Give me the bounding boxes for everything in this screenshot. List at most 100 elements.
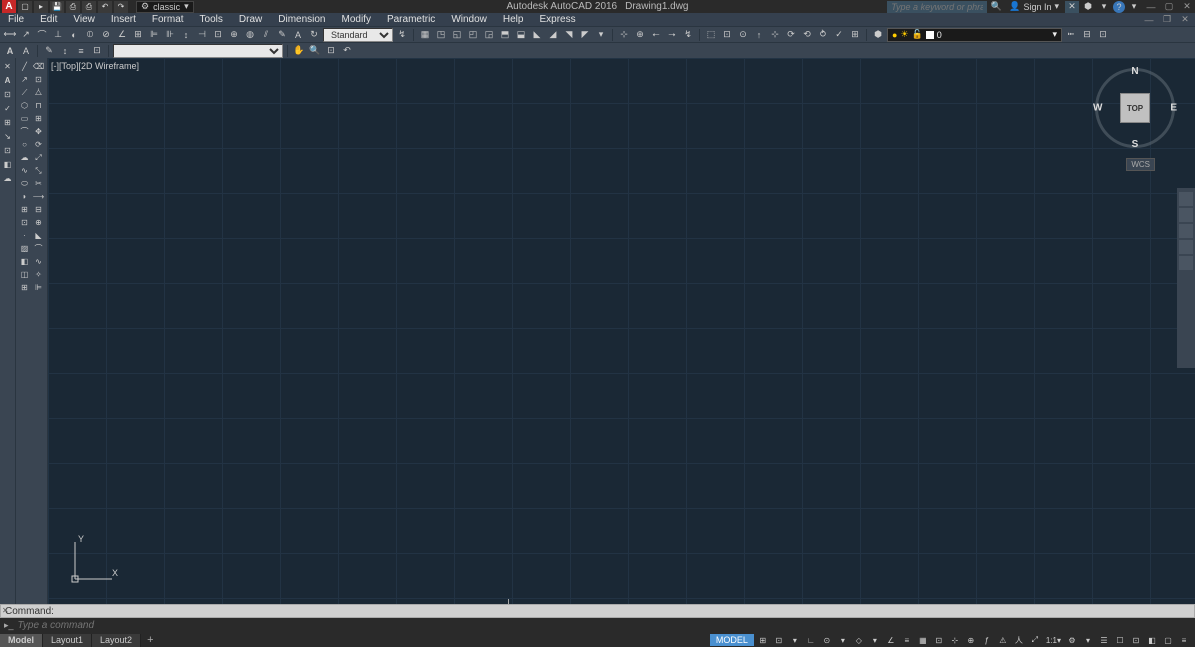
menu-parametric[interactable]: Parametric: [379, 13, 443, 26]
doc-restore-button[interactable]: ❐: [1159, 14, 1175, 26]
status-3dosnap-icon[interactable]: ▾: [868, 634, 882, 646]
ucs-next-icon[interactable]: ⭢: [665, 28, 679, 42]
ucs-zaxis-icon[interactable]: ↑: [752, 28, 766, 42]
doc-minimize-button[interactable]: —: [1141, 14, 1157, 26]
status-dynucs-icon[interactable]: ⊹: [948, 634, 962, 646]
status-polar-icon[interactable]: ⊙: [820, 634, 834, 646]
status-quick-props-icon[interactable]: ☰: [1097, 634, 1111, 646]
point-icon[interactable]: ·: [18, 229, 31, 242]
polygon-icon[interactable]: ⬡: [18, 99, 31, 112]
menu-express[interactable]: Express: [531, 13, 583, 26]
make-block-icon[interactable]: ⊡: [18, 216, 31, 229]
back-view-icon[interactable]: ⬓: [514, 28, 528, 42]
maximize-button[interactable]: ▢: [1161, 1, 1177, 13]
nw-iso-icon[interactable]: ◤: [578, 28, 592, 42]
zoom-extents-icon[interactable]: [1179, 224, 1193, 238]
status-model-space[interactable]: MODEL: [710, 634, 754, 646]
ucs-z-icon[interactable]: ⥁: [816, 28, 830, 42]
status-dyn-input-icon[interactable]: ⊕: [964, 634, 978, 646]
field-icon[interactable]: ⊡: [1, 88, 14, 101]
mirror-icon[interactable]: ⧊: [32, 86, 45, 99]
qat-new-icon[interactable]: ▢: [18, 1, 32, 13]
tab-model[interactable]: Model: [0, 634, 43, 647]
viewport-menu[interactable]: [-]: [51, 61, 59, 71]
hatch-icon[interactable]: ▨: [18, 242, 31, 255]
move-icon[interactable]: ✥: [32, 125, 45, 138]
compass-north[interactable]: N: [1131, 66, 1138, 77]
text-style-icon[interactable]: ✎: [42, 44, 56, 58]
inspection-icon[interactable]: ◍: [243, 28, 257, 42]
command-close-icon[interactable]: ✕: [2, 606, 9, 615]
region-icon[interactable]: ◫: [18, 268, 31, 281]
rotate-icon[interactable]: ⟳: [32, 138, 45, 151]
tolerance-icon[interactable]: ⊡: [211, 28, 225, 42]
wcs-selector[interactable]: WCS: [1126, 158, 1155, 171]
menu-file[interactable]: File: [0, 13, 32, 26]
align-icon[interactable]: ⊫: [32, 281, 45, 294]
se-iso-icon[interactable]: ◢: [546, 28, 560, 42]
help-icon[interactable]: ?: [1113, 1, 1125, 13]
dim-arc-icon[interactable]: ⌒: [35, 28, 49, 42]
leader-icon[interactable]: ↘: [1, 130, 14, 143]
ucs-world-icon[interactable]: ⊕: [633, 28, 647, 42]
rectangle-icon[interactable]: ▭: [18, 112, 31, 125]
ucs-x-icon[interactable]: ⟳: [784, 28, 798, 42]
status-osnap-icon[interactable]: ◇: [852, 634, 866, 646]
status-autoscale-icon[interactable]: ⤢: [1028, 634, 1042, 646]
scale-text-icon[interactable]: ↕: [58, 44, 72, 58]
search-icon[interactable]: 🔍: [989, 1, 1003, 13]
keyword-search-input[interactable]: [887, 1, 987, 13]
dim-space-icon[interactable]: ↕: [179, 28, 193, 42]
menu-modify[interactable]: Modify: [334, 13, 379, 26]
dim-break-icon[interactable]: ⊣: [195, 28, 209, 42]
table-icon[interactable]: ⊞: [1, 116, 14, 129]
tolerance-icon[interactable]: ⊡: [1, 144, 14, 157]
array-icon[interactable]: ⊞: [32, 112, 45, 125]
status-isolate-icon[interactable]: ◧: [1145, 634, 1159, 646]
compass-west[interactable]: W: [1093, 103, 1102, 114]
blend-icon[interactable]: ∿: [32, 255, 45, 268]
revision-cloud-icon[interactable]: ☁: [1, 172, 14, 185]
menu-edit[interactable]: Edit: [32, 13, 65, 26]
showmotion-icon[interactable]: [1179, 256, 1193, 270]
a360-icon[interactable]: ⬢: [1081, 1, 1095, 13]
orbit-icon[interactable]: [1179, 240, 1193, 254]
close-button[interactable]: ✕: [1179, 1, 1195, 13]
tab-layout1[interactable]: Layout1: [43, 634, 92, 647]
doc-close-button[interactable]: ✕: [1177, 14, 1193, 26]
chevron-down-icon[interactable]: ▾: [1127, 1, 1141, 13]
status-customize-icon[interactable]: ≡: [1177, 634, 1191, 646]
compass-east[interactable]: E: [1170, 103, 1177, 114]
tab-layout2[interactable]: Layout2: [92, 634, 141, 647]
top-view-icon[interactable]: ◳: [434, 28, 448, 42]
scale-icon[interactable]: ⤢: [32, 151, 45, 164]
status-ortho-icon[interactable]: ∟: [804, 634, 818, 646]
status-anno-scale[interactable]: 1:1 ▾: [1044, 634, 1063, 646]
dim-style-icon[interactable]: ↯: [395, 28, 409, 42]
sw-iso-icon[interactable]: ◣: [530, 28, 544, 42]
ucs-view-icon[interactable]: ⊡: [720, 28, 734, 42]
ellipse-icon[interactable]: ⬭: [18, 177, 31, 190]
dtext-icon[interactable]: A: [19, 44, 33, 58]
status-otrack-icon[interactable]: ∠: [884, 634, 898, 646]
status-infer-icon[interactable]: ▾: [788, 634, 802, 646]
status-units-icon[interactable]: ▾: [1081, 634, 1095, 646]
zoom-window-icon[interactable]: ⊡: [324, 44, 338, 58]
view-cube[interactable]: N E S W TOP: [1095, 68, 1175, 148]
qat-saveas-icon[interactable]: ⎙: [66, 1, 80, 13]
viewport-controls[interactable]: [-][Top][2D Wireframe]: [51, 61, 139, 71]
menu-help[interactable]: Help: [495, 13, 532, 26]
spline-icon[interactable]: ∿: [18, 164, 31, 177]
status-workspace-icon[interactable]: ⚙: [1065, 634, 1079, 646]
pan-tool-icon[interactable]: [1179, 208, 1193, 222]
dim-linear-icon[interactable]: ⟷: [3, 28, 17, 42]
revcloud-icon[interactable]: ☁: [18, 151, 31, 164]
zoom-realtime-icon[interactable]: 🔍: [308, 44, 322, 58]
viewport-view[interactable]: [Top]: [59, 61, 79, 71]
dim-style-dropdown[interactable]: Standard: [323, 28, 393, 42]
minimize-button[interactable]: —: [1143, 1, 1159, 13]
status-lineweight-icon[interactable]: ≡: [900, 634, 914, 646]
drawing-area[interactable]: [-][Top][2D Wireframe] Y X N E S W TOP W…: [48, 58, 1195, 604]
dim-edit-icon[interactable]: ✎: [275, 28, 289, 42]
dim-baseline-icon[interactable]: ⊫: [147, 28, 161, 42]
